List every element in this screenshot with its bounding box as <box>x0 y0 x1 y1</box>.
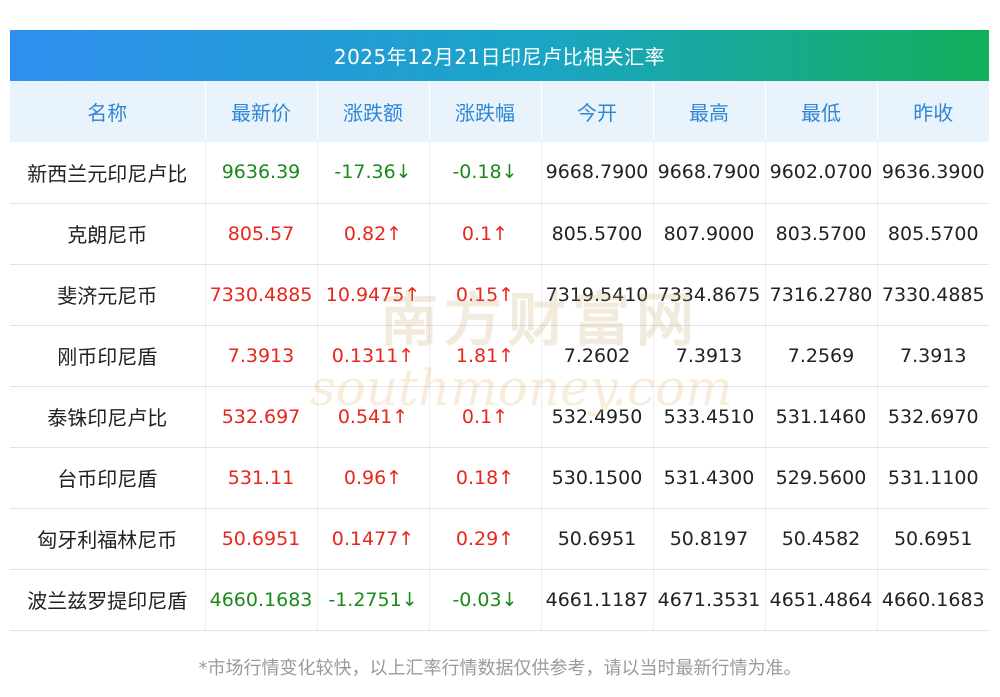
rate-table-container: 2025年12月21日印尼卢比相关汇率 名称 最新价 涨跌额 涨跌幅 今开 最高… <box>10 30 989 631</box>
cell-change: 0.541↑ <box>317 386 430 448</box>
cell-low: 7.2569 <box>765 325 878 387</box>
header-name: 名称 <box>10 81 206 142</box>
cell-currency-name: 新西兰元印尼卢比 <box>10 142 206 204</box>
cell-high: 807.9000 <box>653 203 766 265</box>
cell-latest-price: 532.697 <box>205 386 318 448</box>
cell-prev-close: 7.3913 <box>877 325 989 387</box>
cell-currency-name: 泰铢印尼卢比 <box>10 386 206 448</box>
table-row: 斐济元尼币 7330.4885 10.9475↑ 0.15↑ 7319.5410 7334… <box>10 264 989 326</box>
cell-latest-price: 50.6951 <box>205 508 318 570</box>
cell-change-pct: -0.03↓ <box>429 569 542 631</box>
cell-low: 531.1460 <box>765 386 878 448</box>
cell-open: 530.1500 <box>541 447 654 509</box>
cell-high: 7334.8675 <box>653 264 766 326</box>
disclaimer-note: *市场行情变化较快，以上汇率行情数据仅供参考，请以当时最新行情为准。 <box>198 658 802 679</box>
cell-low: 4651.4864 <box>765 569 878 631</box>
cell-change-pct: 1.81↑ <box>429 325 542 387</box>
table-header-row: 名称 最新价 涨跌额 涨跌幅 今开 最高 最低 昨收 <box>10 81 989 142</box>
cell-open: 4661.1187 <box>541 569 654 631</box>
cell-change: 10.9475↑ <box>317 264 430 326</box>
cell-low: 529.5600 <box>765 447 878 509</box>
cell-change: 0.1311↑ <box>317 325 430 387</box>
cell-change-pct: 0.15↑ <box>429 264 542 326</box>
cell-prev-close: 532.6970 <box>877 386 989 448</box>
cell-change-pct: 0.1↑ <box>429 203 542 265</box>
cell-latest-price: 531.11 <box>205 447 318 509</box>
cell-latest-price: 805.57 <box>205 203 318 265</box>
cell-currency-name: 波兰兹罗提印尼盾 <box>10 569 206 631</box>
cell-change-pct: 0.18↑ <box>429 447 542 509</box>
cell-open: 50.6951 <box>541 508 654 570</box>
table-title: 2025年12月21日印尼卢比相关汇率 <box>10 30 989 81</box>
cell-prev-close: 805.5700 <box>877 203 989 265</box>
header-prev-close: 昨收 <box>877 81 989 142</box>
cell-currency-name: 台币印尼盾 <box>10 447 206 509</box>
table-row: 新西兰元印尼卢比 9636.39 -17.36↓ -0.18↓ 9668.7900 966… <box>10 142 989 204</box>
cell-prev-close: 4660.1683 <box>877 569 989 631</box>
cell-high: 9668.7900 <box>653 142 766 204</box>
table-row: 泰铢印尼卢比 532.697 0.541↑ 0.1↑ 532.4950 533.4510 5… <box>10 386 989 448</box>
cell-prev-close: 7330.4885 <box>877 264 989 326</box>
cell-high: 531.4300 <box>653 447 766 509</box>
table-row: 台币印尼盾 531.11 0.96↑ 0.18↑ 530.1500 531.4300 529… <box>10 447 989 509</box>
header-change-pct: 涨跌幅 <box>429 81 542 142</box>
cell-latest-price: 7.3913 <box>205 325 318 387</box>
header-high: 最高 <box>653 81 766 142</box>
cell-latest-price: 7330.4885 <box>205 264 318 326</box>
header-latest-price: 最新价 <box>205 81 318 142</box>
cell-change: 0.82↑ <box>317 203 430 265</box>
cell-high: 4671.3531 <box>653 569 766 631</box>
header-open: 今开 <box>541 81 654 142</box>
cell-prev-close: 50.6951 <box>877 508 989 570</box>
cell-open: 7.2602 <box>541 325 654 387</box>
cell-open: 7319.5410 <box>541 264 654 326</box>
table-row: 刚币印尼盾 7.3913 0.1311↑ 1.81↑ 7.2602 7.3913 7.256… <box>10 325 989 387</box>
cell-change: 0.1477↑ <box>317 508 430 570</box>
exchange-rate-table: 名称 最新价 涨跌额 涨跌幅 今开 最高 最低 昨收 新西兰元印尼卢比 9636.… <box>10 81 989 631</box>
cell-change: -1.2751↓ <box>317 569 430 631</box>
cell-low: 9602.0700 <box>765 142 878 204</box>
table-row: 克朗尼币 805.57 0.82↑ 0.1↑ 805.5700 807.9000 803.5… <box>10 203 989 265</box>
cell-open: 532.4950 <box>541 386 654 448</box>
header-low: 最低 <box>765 81 878 142</box>
cell-currency-name: 匈牙利福林尼币 <box>10 508 206 570</box>
cell-high: 533.4510 <box>653 386 766 448</box>
table-row: 波兰兹罗提印尼盾 4660.1683 -1.2751↓ -0.03↓ 4661.1187… <box>10 569 989 631</box>
cell-currency-name: 斐济元尼币 <box>10 264 206 326</box>
cell-high: 7.3913 <box>653 325 766 387</box>
cell-currency-name: 刚币印尼盾 <box>10 325 206 387</box>
cell-open: 9668.7900 <box>541 142 654 204</box>
header-change: 涨跌额 <box>317 81 430 142</box>
cell-low: 803.5700 <box>765 203 878 265</box>
cell-change-pct: 0.1↑ <box>429 386 542 448</box>
cell-change-pct: 0.29↑ <box>429 508 542 570</box>
cell-latest-price: 9636.39 <box>205 142 318 204</box>
cell-change-pct: -0.18↓ <box>429 142 542 204</box>
cell-low: 7316.2780 <box>765 264 878 326</box>
cell-prev-close: 531.1100 <box>877 447 989 509</box>
cell-latest-price: 4660.1683 <box>205 569 318 631</box>
cell-currency-name: 克朗尼币 <box>10 203 206 265</box>
cell-change: -17.36↓ <box>317 142 430 204</box>
cell-change: 0.96↑ <box>317 447 430 509</box>
cell-low: 50.4582 <box>765 508 878 570</box>
cell-high: 50.8197 <box>653 508 766 570</box>
cell-open: 805.5700 <box>541 203 654 265</box>
cell-prev-close: 9636.3900 <box>877 142 989 204</box>
table-row: 匈牙利福林尼币 50.6951 0.1477↑ 0.29↑ 50.6951 50.8197… <box>10 508 989 570</box>
